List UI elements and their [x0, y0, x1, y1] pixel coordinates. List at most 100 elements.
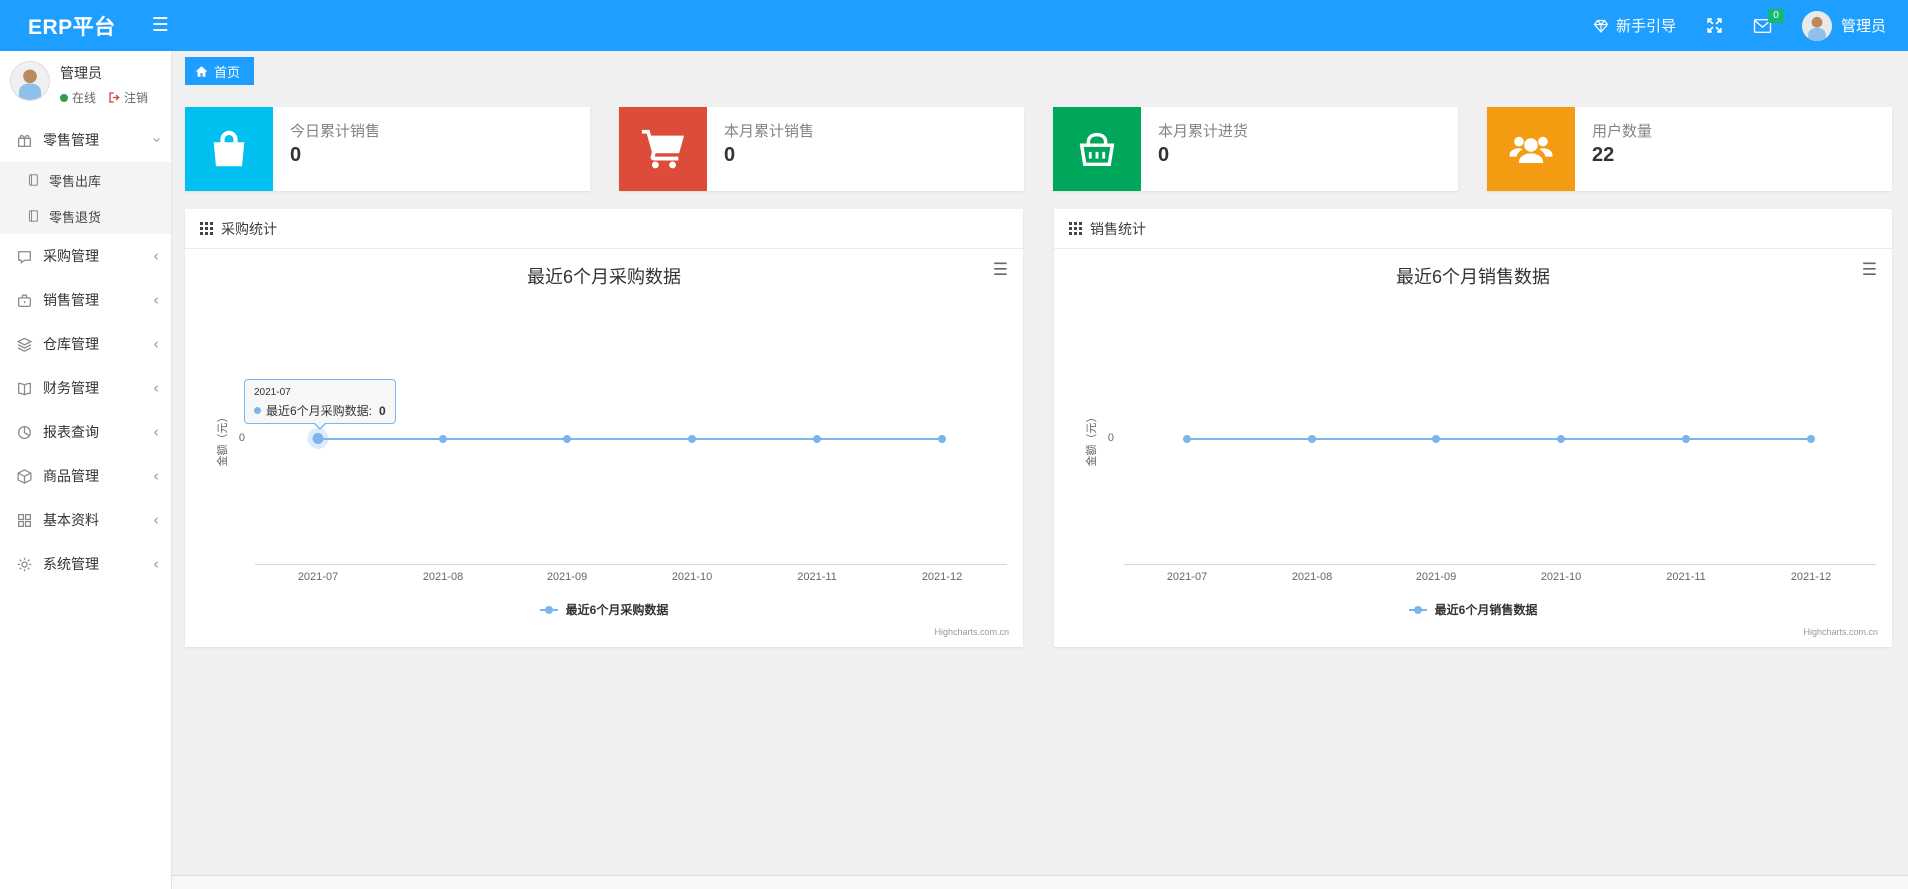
chart-context-menu-icon[interactable]: ☰	[993, 261, 1008, 278]
x-axis-label: 2021-11	[797, 571, 837, 583]
x-axis-line	[255, 564, 1007, 565]
x-axis-label: 2021-11	[1666, 571, 1706, 583]
legend-line-marker-icon	[539, 605, 558, 614]
sidebar-toggle-icon[interactable]: ☰	[152, 14, 169, 37]
logout-icon	[109, 92, 120, 103]
sidebar-subitem-retail-outbound[interactable]: 零售出库	[0, 162, 171, 198]
legend-item[interactable]: 最近6个月采购数据	[185, 601, 1023, 618]
data-point[interactable]	[439, 435, 447, 443]
chat-icon	[16, 248, 33, 265]
online-status-label: 在线	[72, 91, 97, 105]
message-count-badge: 0	[1767, 8, 1784, 23]
user-avatar	[1801, 10, 1832, 41]
newbie-guide-label: 新手引导	[1615, 18, 1676, 35]
user-name: 管理员	[1840, 18, 1886, 35]
fullscreen-button[interactable]	[1706, 17, 1723, 34]
chevron-left-icon: ‹	[153, 379, 159, 397]
chart-title: 最近6个月销售数据	[1395, 267, 1550, 287]
series-line	[1187, 438, 1811, 440]
y-axis-tick: 0	[1107, 432, 1114, 444]
breadcrumb-home-tab[interactable]: 首页	[185, 57, 255, 85]
data-point[interactable]	[1682, 435, 1690, 443]
sales-chart: 最近6个月销售数据 ☰ 金额（元） 0 2021-07 2021-08 2021…	[1054, 249, 1892, 646]
open-book-icon	[16, 380, 33, 397]
data-point[interactable]	[1807, 435, 1815, 443]
purchase-chart: 最近6个月采购数据 ☰ 金额（元） 0 2021-07 2021-08 2021…	[185, 249, 1023, 646]
x-axis-label: 2021-10	[671, 571, 713, 583]
tooltip-series-label: 最近6个月采购数据:	[266, 404, 373, 418]
stat-card-month-purchase[interactable]: 本月累计进货 0	[1053, 107, 1458, 191]
sidebar-item-goods-management[interactable]: 商品管理 ‹	[0, 454, 171, 498]
panel-title: 采购统计	[221, 220, 277, 237]
stat-value: 0	[1158, 144, 1170, 166]
chevron-left-icon: ‹	[153, 247, 159, 265]
chart-title: 最近6个月采购数据	[526, 267, 681, 287]
chevron-left-icon: ‹	[153, 291, 159, 309]
stat-card-today-sales[interactable]: 今日累计销售 0	[185, 107, 590, 191]
x-axis-label: 2021-08	[1291, 571, 1333, 583]
user-menu[interactable]: 管理员	[1801, 10, 1886, 41]
chart-context-menu-icon[interactable]: ☰	[1862, 261, 1877, 278]
sidebar-item-sales-management[interactable]: 销售管理 ‹	[0, 278, 171, 322]
sidebar-user-block: 管理员 在线 注销	[0, 51, 171, 118]
sidebar-item-warehouse-management[interactable]: 仓库管理 ‹	[0, 322, 171, 366]
online-status-icon	[60, 93, 68, 102]
sidebar-item-purchase-management[interactable]: 采购管理 ‹	[0, 234, 171, 278]
grid-dots-icon	[1069, 222, 1082, 235]
sidebar-avatar	[10, 61, 50, 101]
newbie-guide-button[interactable]: 新手引导	[1593, 15, 1676, 36]
data-point[interactable]	[1432, 435, 1440, 443]
stat-label: 今日累计销售	[290, 123, 381, 140]
sidebar-item-retail-management[interactable]: 零售管理 ‹	[0, 118, 171, 162]
notebook-icon	[26, 209, 40, 223]
x-axis-label: 2021-09	[546, 571, 588, 583]
data-point[interactable]	[938, 435, 946, 443]
panel-title: 销售统计	[1090, 220, 1146, 237]
x-axis-label: 2021-12	[921, 571, 963, 583]
sidebar-subitem-retail-return[interactable]: 零售退货	[0, 198, 171, 234]
pie-chart-icon	[16, 424, 33, 441]
stat-value: 22	[1592, 144, 1615, 166]
data-point[interactable]	[1183, 435, 1191, 443]
chevron-left-icon: ‹	[153, 423, 159, 441]
data-point[interactable]	[312, 433, 324, 444]
sidebar-item-system-management[interactable]: 系统管理 ‹	[0, 542, 171, 586]
chart-tooltip: 2021-07 最近6个月采购数据: 0	[244, 379, 396, 430]
users-icon	[1487, 107, 1575, 191]
x-axis-label: 2021-12	[1790, 571, 1832, 583]
legend-item[interactable]: 最近6个月销售数据	[1054, 601, 1892, 618]
sidebar-item-finance-management[interactable]: 财务管理 ‹	[0, 366, 171, 410]
package-icon	[16, 468, 33, 485]
highcharts-credit-link[interactable]: Highcharts.com.cn	[934, 627, 1009, 637]
chevron-left-icon: ‹	[153, 511, 159, 529]
gem-icon	[1593, 18, 1609, 34]
x-axis-label: 2021-08	[422, 571, 464, 583]
app-title: ERP平台	[28, 15, 116, 39]
stat-value: 0	[724, 144, 736, 166]
sidebar-item-report-query[interactable]: 报表查询 ‹	[0, 410, 171, 454]
top-navbar: ERP平台 ☰ 新手引导 0 管理员	[0, 0, 1908, 51]
data-point[interactable]	[813, 435, 821, 443]
stat-card-user-count[interactable]: 用户数量 22	[1487, 107, 1892, 191]
data-point[interactable]	[563, 435, 571, 443]
sidebar-item-basic-data[interactable]: 基本资料 ‹	[0, 498, 171, 542]
messages-button[interactable]: 0	[1753, 8, 1784, 34]
logout-button[interactable]: 注销	[108, 89, 148, 106]
stat-label: 用户数量	[1592, 123, 1653, 140]
data-point[interactable]	[1557, 435, 1565, 443]
chevron-left-icon: ‹	[153, 335, 159, 353]
gift-icon	[16, 132, 33, 149]
gear-icon	[16, 556, 33, 573]
stat-card-month-sales[interactable]: 本月累计销售 0	[619, 107, 1024, 191]
highcharts-credit-link[interactable]: Highcharts.com.cn	[1803, 627, 1878, 637]
fullscreen-icon	[1707, 18, 1722, 33]
stat-value: 0	[290, 144, 302, 166]
chevron-left-icon: ‹	[153, 555, 159, 573]
data-point[interactable]	[1308, 435, 1316, 443]
main-content: 首页 今日累计销售 0 本月累计销售 0 本月累计进货 0 用户数量 22 采购…	[172, 51, 1908, 889]
chevron-left-icon: ‹	[153, 467, 159, 485]
data-point[interactable]	[688, 435, 696, 443]
grid-dots-icon	[200, 222, 213, 235]
briefcase-icon	[16, 292, 33, 309]
x-axis-label: 2021-07	[1166, 571, 1208, 583]
